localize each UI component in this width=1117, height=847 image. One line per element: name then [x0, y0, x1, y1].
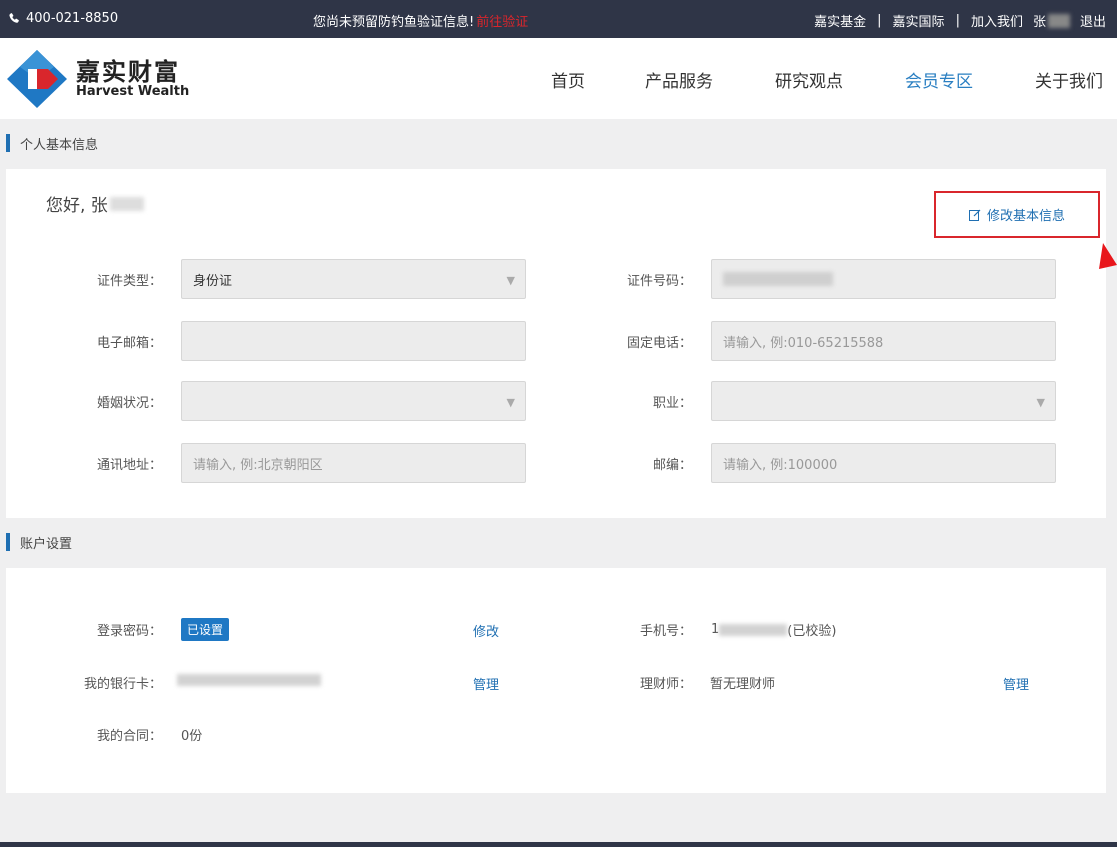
- user-account[interactable]: 张: [1033, 11, 1076, 30]
- id-type-label: 证件类型：: [96, 274, 162, 289]
- nav-home[interactable]: 首页: [551, 67, 585, 92]
- password-label: 登录密码：: [96, 624, 162, 639]
- mobile-status: (已校验): [787, 624, 837, 639]
- advisor-value: 暂无理财师: [710, 677, 776, 692]
- nav-members[interactable]: 会员专区: [905, 67, 973, 92]
- marital-select[interactable]: ▼: [181, 381, 526, 421]
- greeting-text: 您好, 张: [46, 196, 108, 216]
- logo-text-cn: 嘉实财富: [76, 58, 180, 86]
- masked-id-number: [723, 272, 833, 286]
- mobile-prefix: 1: [711, 622, 720, 637]
- phone-icon: [9, 13, 19, 23]
- bank-card-value: [177, 674, 321, 686]
- zip-placeholder: 请输入, 例:100000: [723, 457, 838, 473]
- link-harvest-fund[interactable]: 嘉实基金: [814, 11, 866, 30]
- masked-mobile: [719, 623, 788, 636]
- footer-strip: [0, 842, 1117, 847]
- address-label: 通讯地址：: [96, 458, 162, 473]
- section-bar: [6, 533, 10, 551]
- nav-products[interactable]: 产品服务: [645, 67, 713, 92]
- bank-card-label: 我的银行卡：: [83, 677, 162, 692]
- job-label: 职业：: [652, 396, 692, 411]
- manage-bank-card-link[interactable]: 管理: [473, 674, 499, 693]
- job-select[interactable]: ▼: [711, 381, 1056, 421]
- id-number-field[interactable]: [711, 259, 1056, 299]
- notice-text: 您尚未预留防钓鱼验证信息!: [313, 15, 475, 30]
- edit-button-label: 修改基本信息: [986, 209, 1065, 224]
- account-panel: 登录密码： 已设置 修改 手机号： 1 (已校验) 我的银行卡： 管理 理财师：…: [6, 568, 1106, 793]
- edit-icon: [968, 209, 981, 221]
- logo[interactable]: 嘉实财富 Harvest Wealth: [6, 49, 189, 109]
- separator: |: [955, 13, 960, 28]
- red-arrow-icon: [1099, 243, 1117, 269]
- phone-placeholder: 请输入, 例:010-65215588: [723, 335, 884, 351]
- masked-name: [109, 196, 144, 211]
- id-type-value: 身份证: [193, 273, 233, 289]
- manage-advisor-link[interactable]: 管理: [1003, 674, 1029, 693]
- section-title-account: 账户设置: [6, 532, 72, 552]
- link-harvest-international[interactable]: 嘉实国际: [893, 11, 945, 30]
- dropdown-caret-icon: ▼: [506, 274, 515, 287]
- section-title-basic-info: 个人基本信息: [6, 133, 98, 153]
- section-title-text: 个人基本信息: [20, 137, 99, 153]
- logo-mark-icon: [7, 50, 67, 108]
- dropdown-caret-icon: ▼: [506, 396, 515, 409]
- address-placeholder: 请输入, 例:北京朝阳区: [193, 457, 323, 473]
- site-header: 嘉实财富 Harvest Wealth 首页 产品服务 研究观点 会员专区 关于…: [0, 38, 1117, 119]
- zip-field[interactable]: 请输入, 例:100000: [711, 443, 1056, 483]
- contract-value[interactable]: 0份: [181, 725, 202, 744]
- basic-info-panel: 您好, 张 修改基本信息 证件类型： 身份证 ▼ 证件号码： 电子邮箱： 固定电…: [6, 169, 1106, 518]
- greeting: 您好, 张: [46, 191, 144, 216]
- link-join-us[interactable]: 加入我们: [971, 11, 1023, 30]
- section-title-text: 账户设置: [20, 536, 73, 552]
- logout-link[interactable]: 退出: [1080, 11, 1106, 30]
- password-status-badge: 已设置: [181, 618, 230, 641]
- zip-label: 邮编：: [652, 458, 692, 473]
- mobile-label: 手机号：: [639, 624, 692, 639]
- id-number-label: 证件号码：: [626, 274, 692, 289]
- phone-number: 400-021-8850: [26, 11, 119, 26]
- top-links: 嘉实基金 | 嘉实国际 | 加入我们 张 退出: [814, 11, 1106, 30]
- masked-name: [1047, 13, 1070, 28]
- email-label: 电子邮箱：: [96, 336, 162, 351]
- section-bar: [6, 134, 10, 152]
- advisor-label: 理财师：: [639, 677, 692, 692]
- change-password-link[interactable]: 修改: [473, 621, 499, 640]
- dropdown-caret-icon: ▼: [1036, 396, 1045, 409]
- phone-label: 固定电话：: [626, 336, 692, 351]
- hotline: 400-021-8850: [8, 11, 118, 26]
- mobile-value: 1 (已校验): [711, 620, 836, 639]
- address-field[interactable]: 请输入, 例:北京朝阳区: [181, 443, 526, 483]
- nav-about[interactable]: 关于我们: [1035, 67, 1103, 92]
- logo-text-en: Harvest Wealth: [76, 84, 190, 99]
- separator: |: [877, 13, 882, 28]
- marital-label: 婚姻状况：: [96, 396, 162, 411]
- nav-research[interactable]: 研究观点: [775, 67, 843, 92]
- top-bar: 400-021-8850 您尚未预留防钓鱼验证信息! 前往验证 嘉实基金 | 嘉实…: [0, 0, 1117, 38]
- user-name: 张: [1032, 15, 1046, 30]
- phishing-notice: 您尚未预留防钓鱼验证信息! 前往验证: [313, 11, 528, 30]
- email-field[interactable]: [181, 321, 526, 361]
- edit-basic-info-button[interactable]: 修改基本信息: [934, 191, 1100, 238]
- phone-field[interactable]: 请输入, 例:010-65215588: [711, 321, 1056, 361]
- masked-bank-card: [177, 674, 321, 686]
- id-type-select[interactable]: 身份证 ▼: [181, 259, 526, 299]
- verify-link[interactable]: 前往验证: [476, 15, 528, 30]
- contract-label: 我的合同：: [96, 729, 162, 744]
